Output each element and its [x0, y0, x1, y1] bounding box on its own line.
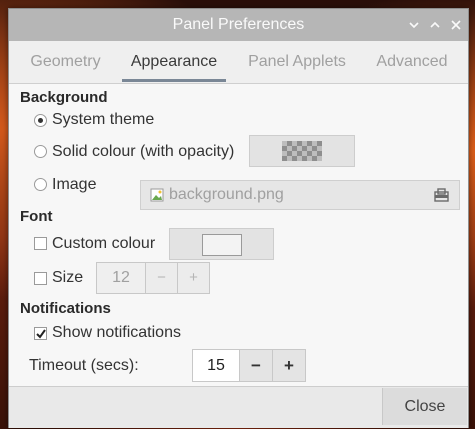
tab-appearance[interactable]: Appearance	[122, 41, 226, 82]
tab-panel-applets[interactable]: Panel Applets	[235, 41, 359, 82]
timeout-spinner[interactable]: 15 − +	[192, 349, 306, 382]
image-label[interactable]: Image	[52, 176, 96, 194]
size-label[interactable]: Size	[52, 269, 83, 287]
transparency-swatch	[282, 141, 322, 161]
timeout-increment-button[interactable]: +	[272, 350, 305, 381]
checkmark-icon	[36, 329, 46, 339]
radio-solid-colour[interactable]	[34, 145, 47, 158]
font-size-increment-button[interactable]: +	[177, 263, 209, 293]
font-size-decrement-button[interactable]: −	[145, 263, 177, 293]
dialog-button-bar: Close	[9, 386, 468, 428]
minimize-button[interactable]	[406, 17, 422, 33]
close-window-button[interactable]	[448, 17, 464, 33]
maximize-button[interactable]	[427, 17, 443, 33]
checkbox-size[interactable]	[34, 272, 47, 285]
solid-colour-label[interactable]: Solid colour (with opacity)	[52, 143, 234, 161]
tab-advanced[interactable]: Advanced	[366, 41, 458, 82]
timeout-decrement-button[interactable]: −	[239, 350, 272, 381]
radio-image[interactable]	[34, 178, 47, 191]
checkbox-custom-colour[interactable]	[34, 237, 47, 250]
checkbox-show-notifications[interactable]	[34, 327, 47, 340]
timeout-value[interactable]: 15	[193, 350, 239, 381]
appearance-panel: Background System theme Solid colour (wi…	[9, 84, 468, 386]
font-heading: Font	[20, 208, 53, 225]
timeout-label: Timeout (secs):	[29, 357, 139, 374]
tab-bar: Geometry Appearance Panel Applets Advanc…	[9, 41, 468, 84]
close-icon	[451, 20, 461, 30]
background-heading: Background	[20, 89, 108, 106]
font-colour-swatch	[202, 234, 242, 256]
chevron-down-icon	[409, 22, 419, 29]
panel-preferences-window: Panel Preferences Geometry Appearance Pa…	[8, 8, 469, 428]
image-file-name: background.png	[169, 186, 284, 203]
window-title: Panel Preferences	[172, 16, 305, 33]
background-colour-button[interactable]	[249, 135, 355, 167]
radio-system-theme[interactable]	[34, 114, 47, 127]
chevron-up-icon	[430, 21, 440, 28]
tab-geometry[interactable]: Geometry	[14, 41, 117, 82]
folder-open-icon	[434, 188, 450, 206]
font-size-value[interactable]: 12	[97, 263, 145, 293]
show-notifications-label[interactable]: Show notifications	[52, 324, 181, 342]
image-file-icon	[150, 188, 164, 206]
font-colour-button[interactable]	[169, 228, 274, 260]
notifications-heading: Notifications	[20, 300, 111, 317]
system-theme-label[interactable]: System theme	[52, 111, 154, 129]
close-button[interactable]: Close	[382, 388, 467, 425]
title-bar[interactable]: Panel Preferences	[9, 9, 468, 42]
image-file-chooser[interactable]: background.png	[140, 180, 460, 210]
font-size-spinner[interactable]: 12 − +	[96, 262, 210, 294]
custom-colour-label[interactable]: Custom colour	[52, 235, 155, 253]
